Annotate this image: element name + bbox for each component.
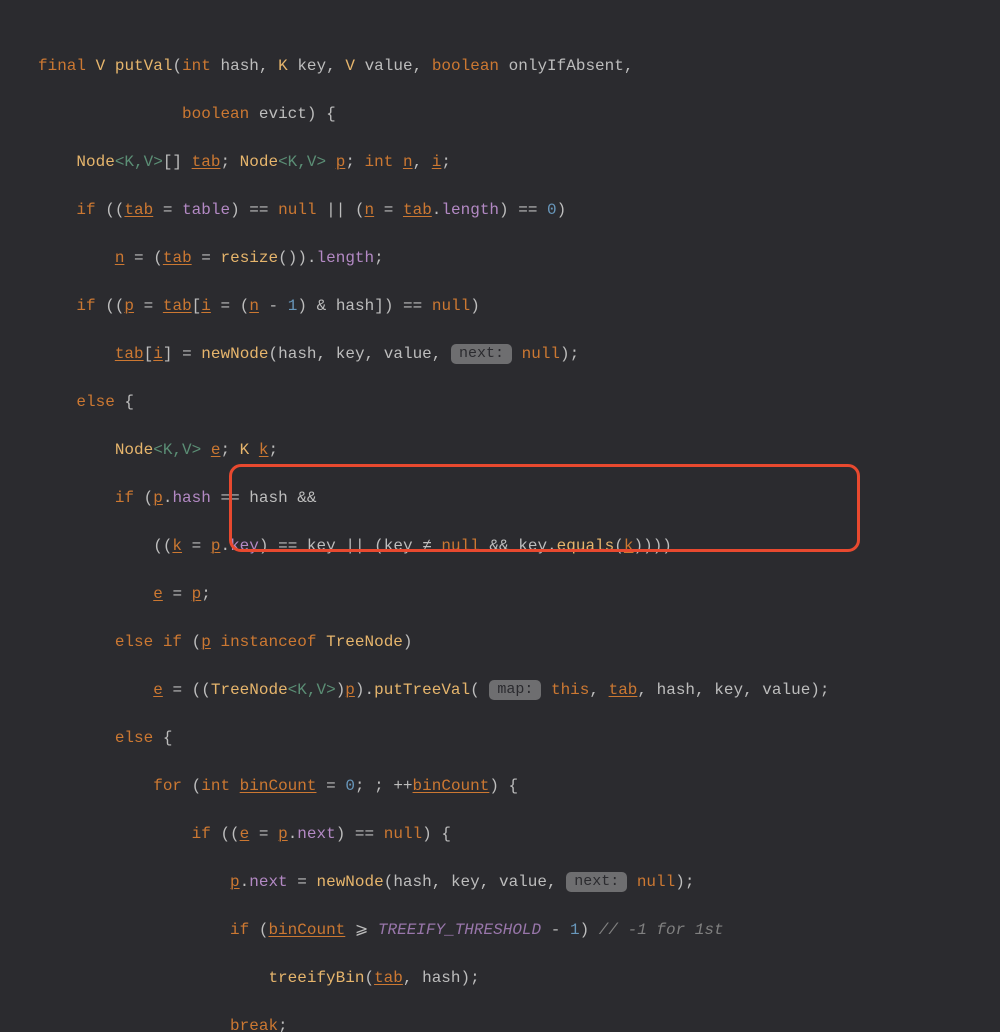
param-hint: next: — [566, 872, 627, 892]
code-line: ((k = p.key) == key || (key ≠ null && ke… — [0, 534, 1000, 558]
code-line: tab[i] = newNode(hash, key, value, next:… — [0, 342, 1000, 366]
code-editor-viewport[interactable]: final V putVal(int hash, K key, V value,… — [0, 0, 1000, 1032]
code-line: e = p; — [0, 582, 1000, 606]
code-line: else { — [0, 390, 1000, 414]
code-line: p.next = newNode(hash, key, value, next:… — [0, 870, 1000, 894]
code-line: treeifyBin(tab, hash); — [0, 966, 1000, 990]
code-line: if ((p = tab[i = (n - 1) & hash]) == nul… — [0, 294, 1000, 318]
code-line: if (p.hash == hash && — [0, 486, 1000, 510]
param-hint: next: — [451, 344, 512, 364]
param-hint: map: — [489, 680, 541, 700]
code-line: else { — [0, 726, 1000, 750]
code-line: Node<K,V> e; K k; — [0, 438, 1000, 462]
code-line: e = ((TreeNode<K,V>)p).putTreeVal( map: … — [0, 678, 1000, 702]
code-line: boolean evict) { — [0, 102, 1000, 126]
code-line: else if (p instanceof TreeNode) — [0, 630, 1000, 654]
code-line: if ((e = p.next) == null) { — [0, 822, 1000, 846]
code-line: final V putVal(int hash, K key, V value,… — [0, 54, 1000, 78]
code-line: break; — [0, 1014, 1000, 1032]
code-line: for (int binCount = 0; ; ++binCount) { — [0, 774, 1000, 798]
code-line: Node<K,V>[] tab; Node<K,V> p; int n, i; — [0, 150, 1000, 174]
code-line: if (binCount ⩾ TREEIFY_THRESHOLD - 1) //… — [0, 918, 1000, 942]
code-line: n = (tab = resize()).length; — [0, 246, 1000, 270]
code-line: if ((tab = table) == null || (n = tab.le… — [0, 198, 1000, 222]
